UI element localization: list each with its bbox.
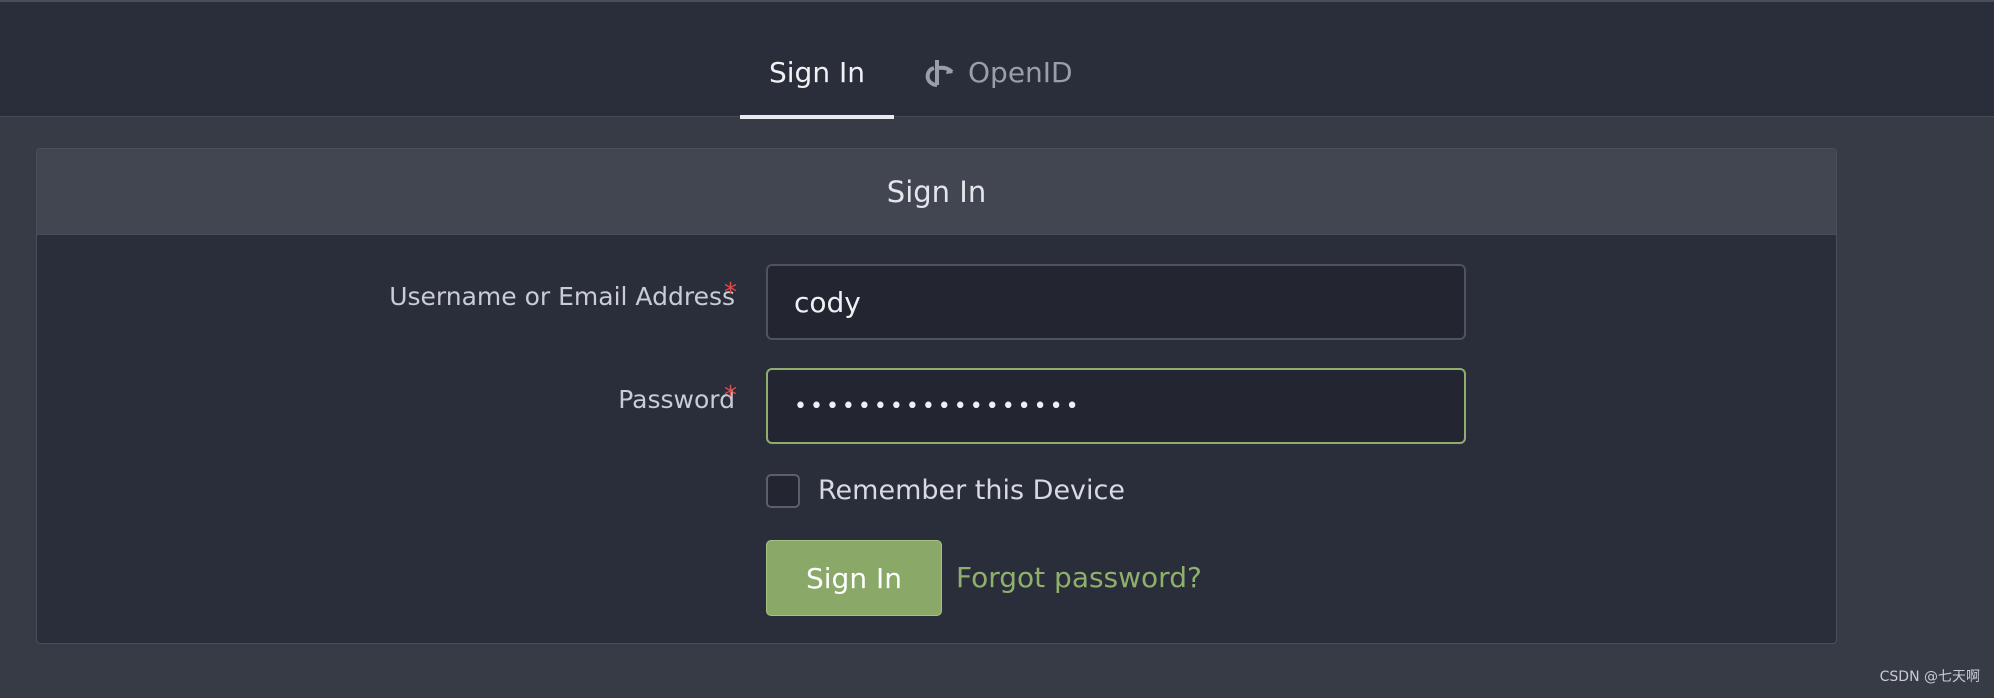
username-required-marker: * [724,278,737,308]
tab-openid[interactable]: OpenID [924,40,1084,119]
tab-openid-label: OpenID [968,56,1073,89]
password-field[interactable]: •••••••••••••••••• [766,368,1466,444]
password-masked-value: •••••••••••••••••• [794,393,1082,419]
password-label: Password [618,385,735,414]
sign-in-button-label: Sign In [806,561,902,595]
sign-in-panel: Sign In Username or Email Address * Pass… [36,148,1837,644]
password-required-marker: * [724,381,737,411]
tab-sign-in[interactable]: Sign In [740,40,894,119]
panel-header: Sign In [37,149,1836,235]
remember-device-label[interactable]: Remember this Device [818,475,1125,506]
forgot-password-link[interactable]: Forgot password? [956,561,1202,594]
top-tab-bar: Sign In OpenID [0,0,1994,119]
username-field[interactable] [766,264,1466,340]
watermark: CSDN @七天啊 [1879,669,1980,685]
sign-in-button[interactable]: Sign In [766,540,942,616]
remember-device-checkbox[interactable] [766,474,800,508]
panel-title: Sign In [886,174,987,209]
username-label: Username or Email Address [389,282,735,311]
tab-sign-in-label: Sign In [769,56,865,89]
openid-icon [924,56,954,89]
